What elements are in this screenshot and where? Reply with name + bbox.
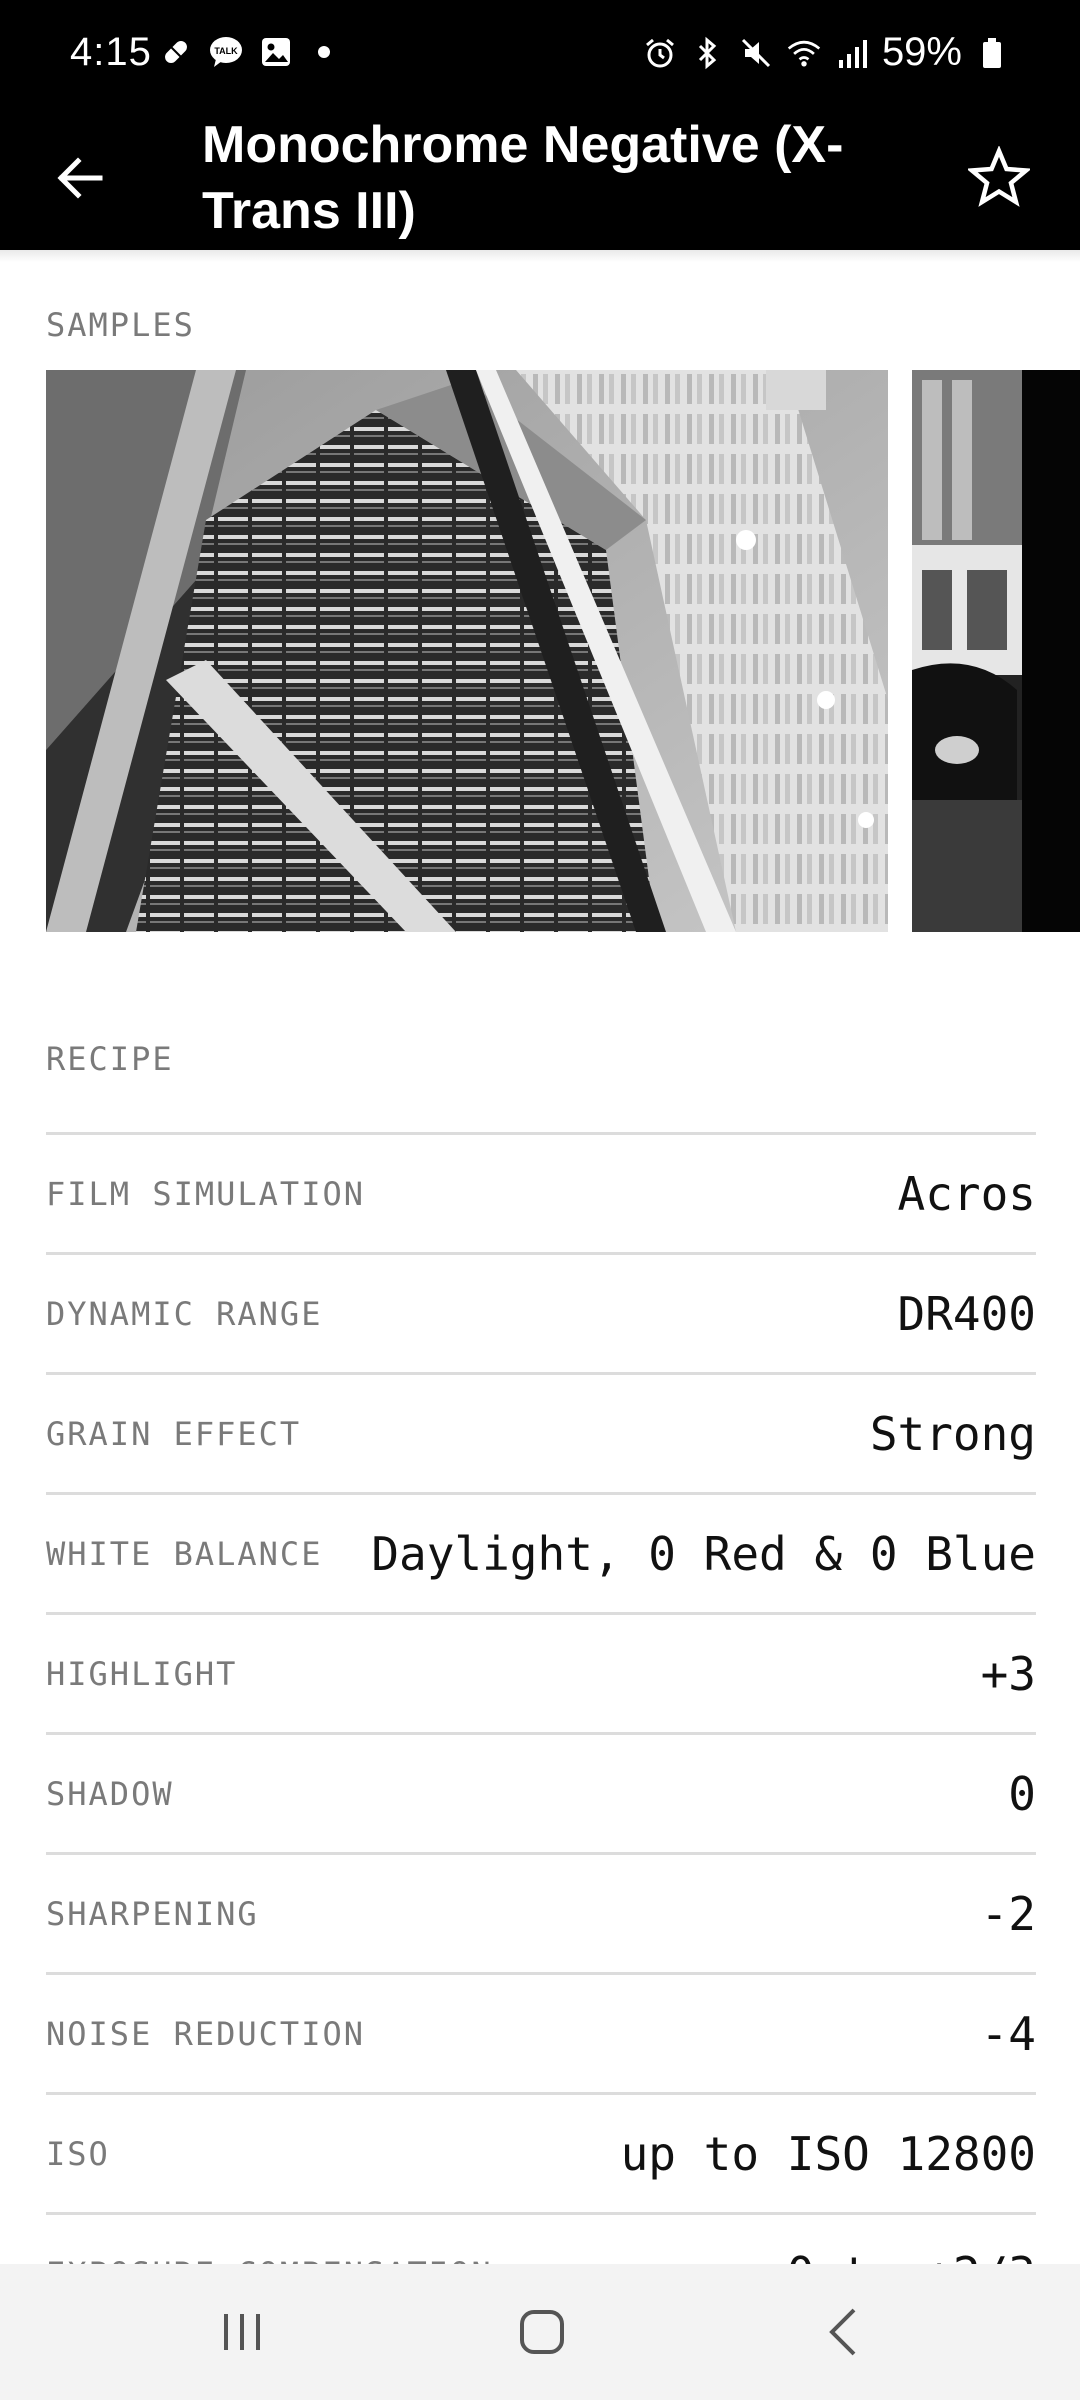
recipe-row-film-simulation: FILM SIMULATION Acros — [46, 1132, 1036, 1252]
svg-text:TALK: TALK — [214, 46, 238, 56]
battery-percent: 59% — [881, 30, 962, 74]
recipe-value: -2 — [980, 1886, 1036, 1941]
back-icon — [829, 2308, 856, 2356]
status-time: 4:15 — [70, 30, 152, 74]
signal-icon — [834, 35, 870, 71]
status-bar: 4:15 TALK 59% — [0, 0, 1080, 112]
recents-button[interactable] — [210, 2300, 274, 2364]
recipe-value: up to ISO 12800 — [620, 2126, 1036, 2181]
star-outline-icon — [968, 146, 1030, 207]
recipe-value: DR400 — [897, 1286, 1036, 1341]
recipe-row-sharpening: SHARPENING -2 — [46, 1852, 1036, 1972]
sample-photo-1[interactable] — [46, 370, 888, 932]
recipe-key: DYNAMIC RANGE — [46, 1294, 323, 1333]
battery-icon — [974, 35, 1010, 71]
samples-heading: SAMPLES — [46, 306, 195, 344]
home-button[interactable] — [510, 2300, 574, 2364]
alarm-icon — [642, 35, 678, 71]
recipe-value: Strong — [869, 1406, 1036, 1461]
recipe-table: FILM SIMULATION Acros DYNAMIC RANGE DR40… — [46, 1132, 1036, 2332]
favorite-button[interactable] — [962, 140, 1036, 214]
image-icon — [258, 34, 294, 70]
recipe-row-shadow: SHADOW 0 — [46, 1732, 1036, 1852]
sample-photo-2[interactable] — [912, 370, 1080, 932]
talk-icon: TALK — [208, 34, 244, 70]
status-system-icons: 59% — [642, 30, 1010, 75]
recipe-key: ISO — [46, 2134, 110, 2173]
dot-icon — [318, 46, 330, 58]
recipe-row-white-balance: WHITE BALANCE Daylight, 0 Red & 0 Blue — [46, 1492, 1036, 1612]
system-nav-bar — [0, 2264, 1080, 2400]
recipe-key: GRAIN EFFECT — [46, 1414, 302, 1453]
recipe-row-noise-reduction: NOISE REDUCTION -4 — [46, 1972, 1036, 2092]
recipe-value: Daylight, 0 Red & 0 Blue — [371, 1526, 1036, 1581]
recipe-row-highlight: HIGHLIGHT +3 — [46, 1612, 1036, 1732]
arrow-back-icon — [57, 157, 103, 199]
recipe-key: FILM SIMULATION — [46, 1174, 365, 1213]
recipe-row-grain-effect: GRAIN EFFECT Strong — [46, 1372, 1036, 1492]
recipe-key: NOISE REDUCTION — [46, 2014, 365, 2053]
recipe-heading: RECIPE — [46, 1040, 174, 1078]
recipe-key: WHITE BALANCE — [46, 1534, 323, 1573]
pill-icon — [158, 34, 194, 70]
back-button[interactable] — [48, 146, 112, 210]
status-notification-icons: TALK — [158, 34, 330, 70]
recents-icon — [224, 2314, 260, 2350]
app-bar: Monochrome Negative (X-Trans III) — [0, 112, 1080, 250]
mute-icon — [738, 35, 774, 71]
wifi-icon — [786, 35, 822, 71]
recipe-value: 0 — [1008, 1766, 1036, 1821]
recipe-value: -4 — [980, 2006, 1036, 2061]
recipe-key: SHADOW — [46, 1774, 174, 1813]
recipe-key: SHARPENING — [46, 1894, 259, 1933]
page-title: Monochrome Negative (X-Trans III) — [202, 116, 844, 240]
recipe-value: +3 — [980, 1646, 1036, 1701]
recipe-row-dynamic-range: DYNAMIC RANGE DR400 — [46, 1252, 1036, 1372]
samples-carousel[interactable] — [46, 370, 1080, 932]
nav-back-button[interactable] — [812, 2300, 876, 2364]
app-bar-shadow — [0, 250, 1080, 262]
bluetooth-icon — [690, 35, 726, 71]
recipe-key: HIGHLIGHT — [46, 1654, 238, 1693]
home-icon — [520, 2310, 564, 2354]
recipe-value: Acros — [897, 1166, 1036, 1221]
recipe-row-iso: ISO up to ISO 12800 — [46, 2092, 1036, 2212]
